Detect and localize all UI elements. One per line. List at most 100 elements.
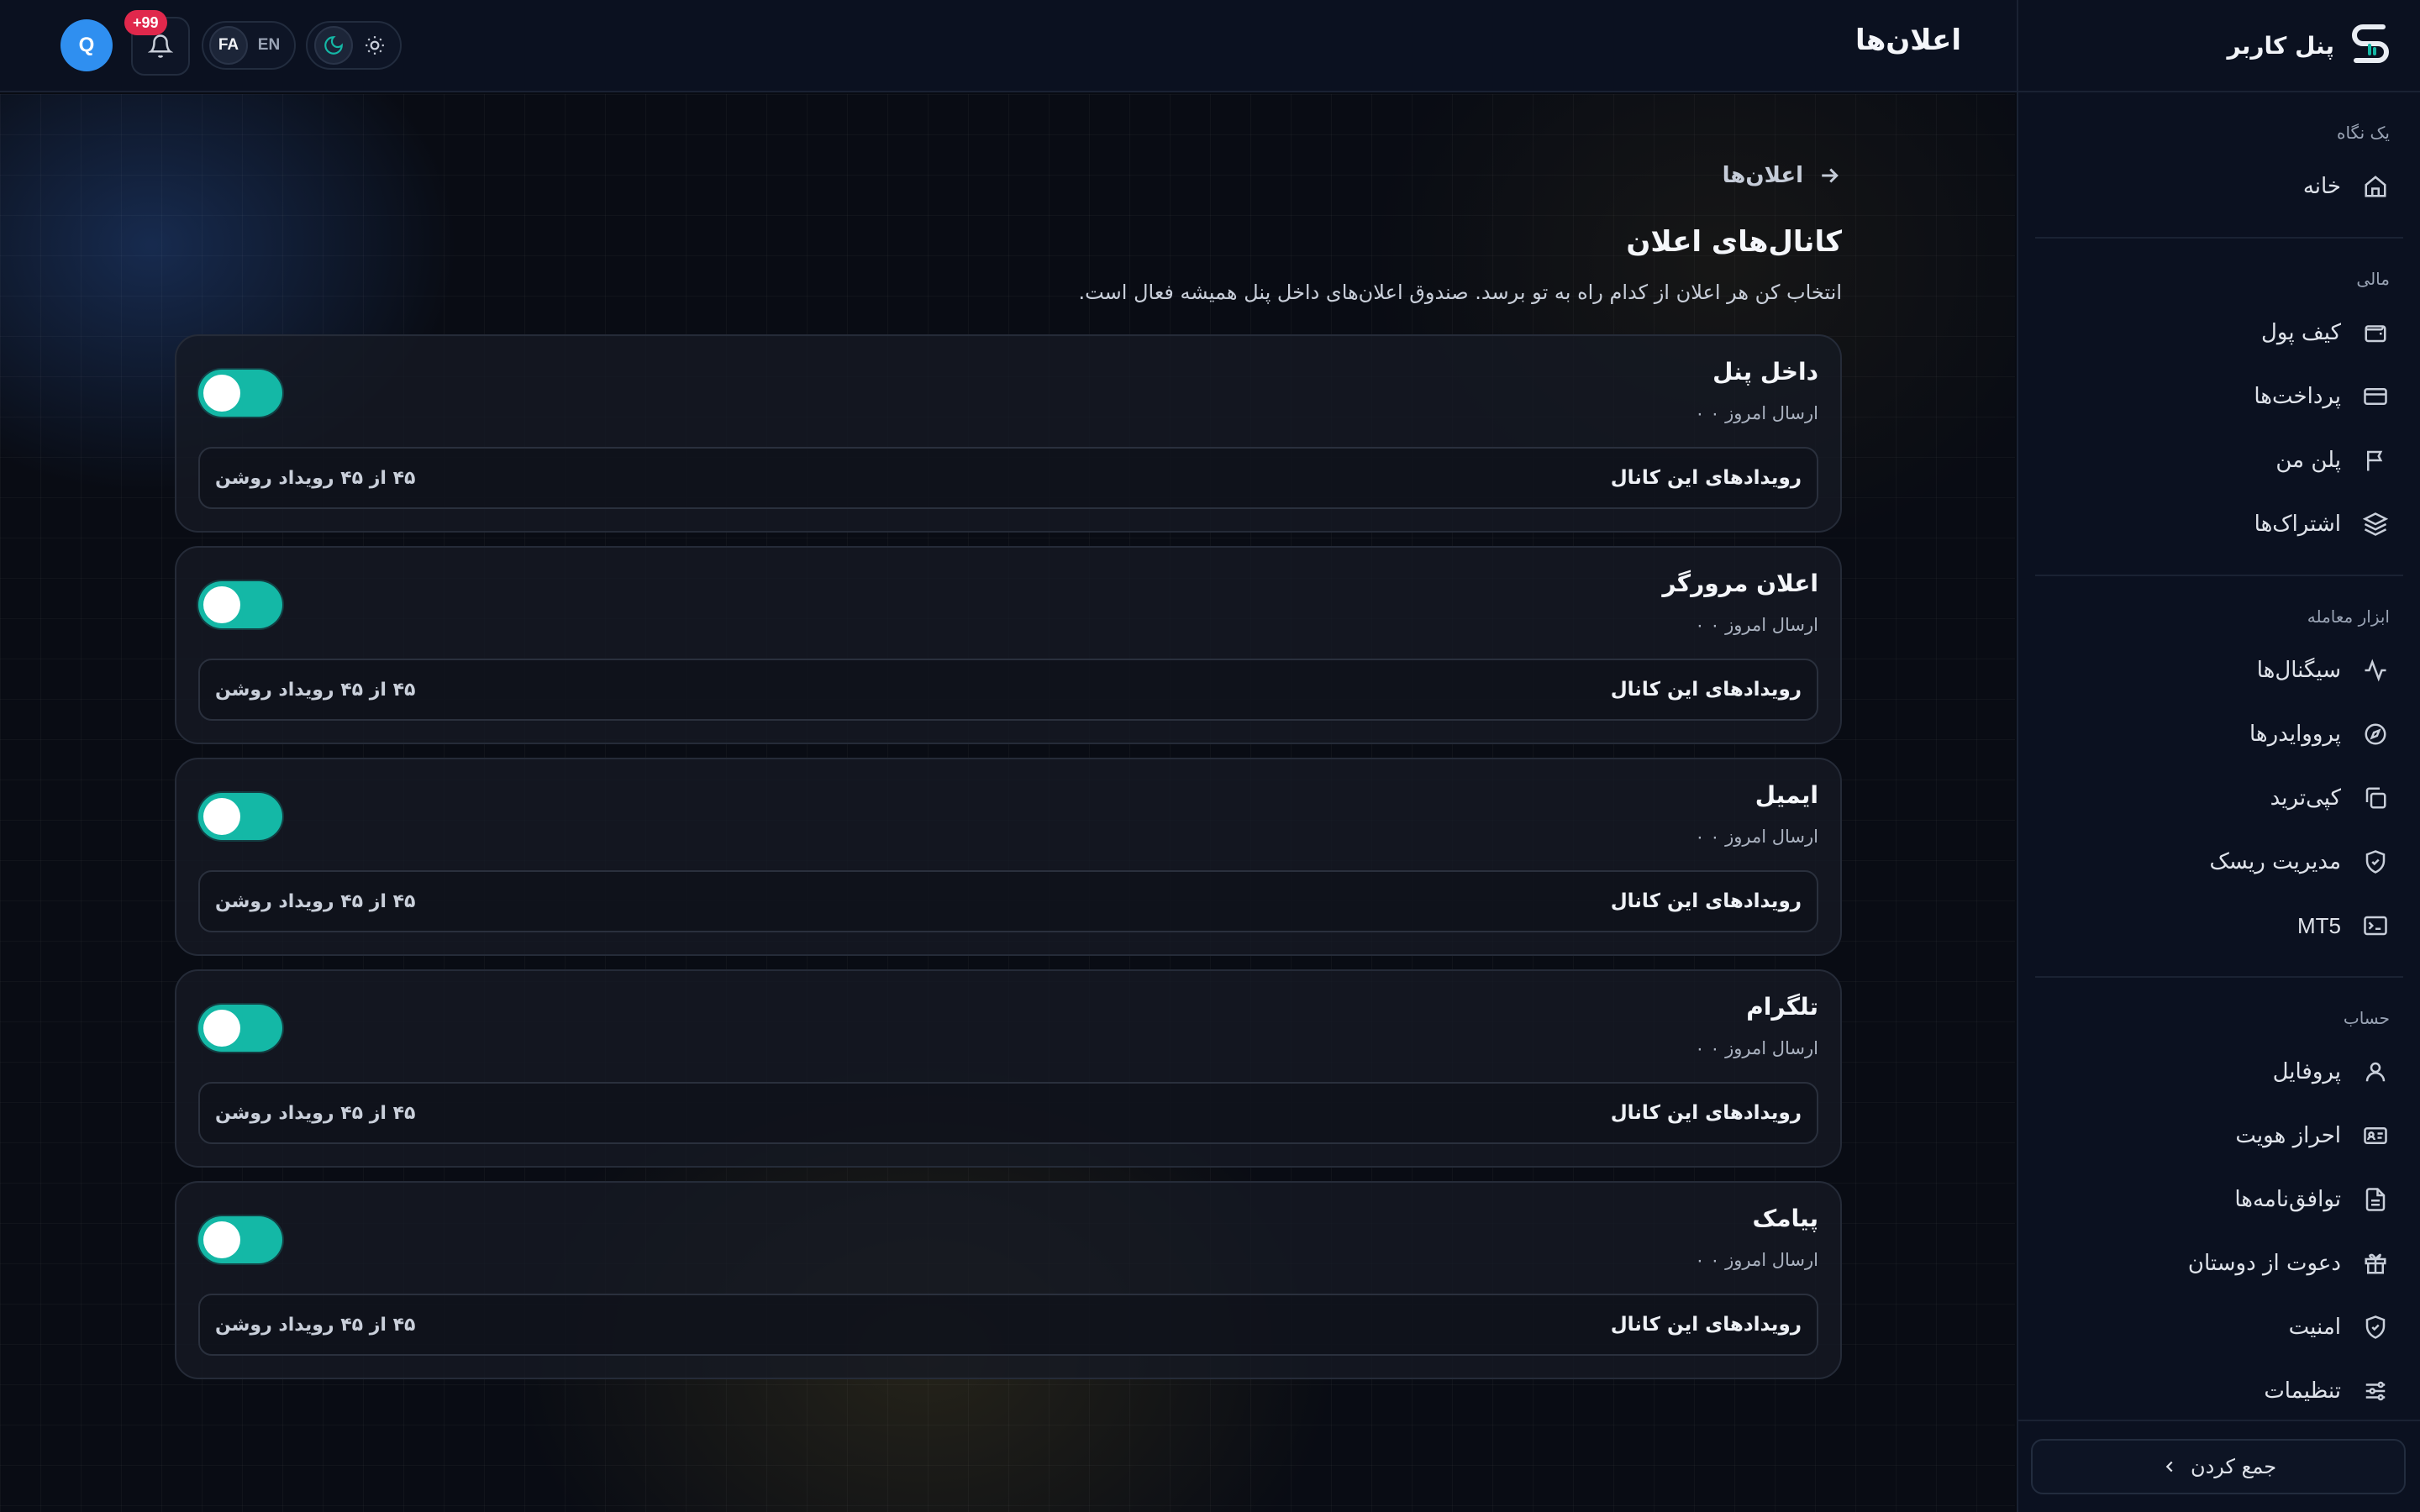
sidebar-item-payments[interactable]: پرداخت‌ها [2049, 365, 2390, 428]
main-content: اعلان‌ها کانال‌های اعلان انتخاب کن هر اع… [0, 94, 2015, 1512]
channel-name: تلگرام [1746, 993, 1818, 1021]
channel-list: داخل پنل ارسال امروز ۰ ۰ رویدادهای این ک… [175, 334, 1842, 1393]
sidebar-item-profile[interactable]: پروفایل [2049, 1040, 2390, 1104]
channel-sent-today: ارسال امروز ۰ ۰ [1695, 403, 1818, 423]
sidebar-header: پنل کاربر [2018, 0, 2420, 92]
sidebar-group-label: حساب [2343, 1008, 2390, 1028]
app-logo-icon [2352, 24, 2389, 63]
channel-card-telegram: تلگرام ارسال امروز ۰ ۰ رویدادهای این کان… [175, 969, 1842, 1168]
page-title: اعلان‌ها [1854, 24, 1961, 57]
sidebar-item-subscriptions[interactable]: اشتراک‌ها [2049, 492, 2390, 556]
sidebar-group-finance: مالی کیف پول پرداخت‌ها پلن من اشتراک‌ها [2018, 239, 2420, 556]
channel-sent-today: ارسال امروز ۰ ۰ [1695, 1250, 1818, 1270]
chevron-left-icon [2165, 1461, 2173, 1473]
channel-toggle[interactable] [198, 370, 282, 417]
id-card-icon [2361, 1121, 2390, 1150]
channel-name: پیامک [1752, 1205, 1818, 1232]
sidebar-item-label: پرداخت‌ها [2254, 384, 2341, 409]
sidebar-item-label: امنیت [2288, 1315, 2341, 1340]
events-label: رویدادهای این کانال [1610, 1314, 1802, 1336]
sidebar-item-label: توافق‌نامه‌ها [2234, 1187, 2341, 1212]
events-count: ۴۵ از ۴۵ رویداد روشن [215, 679, 416, 701]
dark-theme-option[interactable] [313, 26, 353, 65]
sidebar-item-label: پرووایدرها [2249, 722, 2341, 747]
sidebar-group-trading-tools: ابزار معامله سیگنال‌ها پرووایدرها کپی‌تر… [2018, 576, 2420, 958]
home-icon [2361, 172, 2390, 201]
sidebar-item-home[interactable]: خانه [2049, 155, 2390, 218]
collapse-label: جمع کردن [2190, 1455, 2277, 1478]
layers-icon [2361, 510, 2390, 538]
gift-icon [2361, 1249, 2390, 1278]
channel-events-row[interactable]: رویدادهای این کانال ۴۵ از ۴۵ رویداد روشن [198, 1082, 1818, 1144]
channel-toggle[interactable] [198, 1216, 282, 1263]
sidebar-item-label: MT5 [2297, 912, 2341, 938]
wallet-icon [2361, 318, 2390, 347]
events-count: ۴۵ از ۴۵ رویداد روشن [215, 467, 416, 489]
credit-card-icon [2361, 382, 2390, 411]
sidebar-footer: جمع کردن [2017, 1420, 2420, 1512]
toggle-knob [203, 375, 240, 412]
sidebar-item-label: خانه [2302, 174, 2341, 199]
sidebar-item-label: کپی‌ترید [2270, 785, 2341, 811]
events-count: ۴۵ از ۴۵ رویداد روشن [215, 1314, 416, 1336]
channel-name: اعلان مرورگر [1662, 570, 1818, 597]
sidebar-group-label: یک نگاه [2336, 123, 2390, 143]
sidebar-item-settings[interactable]: تنظیمات [2049, 1359, 2390, 1423]
channel-toggle[interactable] [198, 581, 282, 628]
sidebar-item-mt5[interactable]: MT5 [2049, 894, 2390, 958]
events-label: رویدادهای این کانال [1610, 1102, 1802, 1124]
toggle-knob [203, 1221, 240, 1258]
events-label: رویدادهای این کانال [1610, 890, 1802, 912]
arrow-right-icon [1822, 168, 1839, 183]
sidebar-item-risk-management[interactable]: مدیریت ریسک [2049, 830, 2390, 894]
sidebar-item-kyc[interactable]: احراز هویت [2049, 1104, 2390, 1168]
channel-events-row[interactable]: رویدادهای این کانال ۴۵ از ۴۵ رویداد روشن [198, 447, 1818, 509]
light-theme-option[interactable] [355, 26, 394, 65]
user-icon [2361, 1058, 2390, 1086]
channel-events-row[interactable]: رویدادهای این کانال ۴۵ از ۴۵ رویداد روشن [198, 870, 1818, 932]
theme-switcher [306, 21, 402, 70]
avatar[interactable]: Q [60, 19, 113, 71]
sidebar-item-label: اشتراک‌ها [2254, 512, 2341, 537]
breadcrumb[interactable]: اعلان‌ها [1723, 163, 1842, 188]
sidebar-item-label: احراز هویت [2235, 1123, 2341, 1148]
sidebar-item-providers[interactable]: پرووایدرها [2049, 702, 2390, 766]
lang-fa-option[interactable]: FA [209, 26, 248, 65]
events-count: ۴۵ از ۴۵ رویداد روشن [215, 1102, 416, 1124]
sidebar-item-signals[interactable]: سیگنال‌ها [2049, 638, 2390, 702]
shield-check-icon [2361, 1313, 2390, 1341]
sidebar-item-agreements[interactable]: توافق‌نامه‌ها [2049, 1168, 2390, 1231]
toggle-knob [203, 1010, 240, 1047]
channel-toggle[interactable] [198, 793, 282, 840]
channel-events-row[interactable]: رویدادهای این کانال ۴۵ از ۴۵ رویداد روشن [198, 659, 1818, 721]
collapse-sidebar-button[interactable]: جمع کردن [2031, 1439, 2406, 1494]
lang-en-option[interactable]: EN [250, 26, 288, 65]
events-count: ۴۵ از ۴۵ رویداد روشن [215, 890, 416, 912]
events-label: رویدادهای این کانال [1610, 679, 1802, 701]
moon-icon [324, 36, 343, 55]
sidebar-item-label: پروفایل [2272, 1059, 2341, 1084]
top-bar: اعلان‌ها Q +99 FA EN [0, 0, 2017, 92]
sidebar-item-copytrade[interactable]: کپی‌ترید [2049, 766, 2390, 830]
toggle-knob [203, 586, 240, 623]
notification-count-badge: +99 [124, 10, 167, 35]
sidebar-item-label: مدیریت ریسک [2209, 849, 2341, 874]
sidebar-item-invite-friends[interactable]: دعوت از دوستان [2049, 1231, 2390, 1295]
sidebar-group-label: ابزار معامله [2307, 606, 2390, 627]
sidebar-item-my-plan[interactable]: پلن من [2049, 428, 2390, 492]
channel-card-sms: پیامک ارسال امروز ۰ ۰ رویدادهای این کانا… [175, 1181, 1842, 1379]
channel-name: داخل پنل [1712, 358, 1818, 386]
app-title: پنل کاربر [2227, 31, 2334, 60]
sidebar-item-security[interactable]: امنیت [2049, 1295, 2390, 1359]
sidebar-item-label: پلن من [2275, 448, 2341, 473]
channel-name: ایمیل [1754, 781, 1818, 809]
sidebar-item-wallet[interactable]: کیف پول [2049, 301, 2390, 365]
sidebar-group-account: حساب پروفایل احراز هویت توافق‌نامه‌ها دع… [2018, 978, 2420, 1423]
sidebar-item-label: کیف پول [2261, 320, 2341, 345]
channel-card-browser: اعلان مرورگر ارسال امروز ۰ ۰ رویدادهای ا… [175, 546, 1842, 744]
channel-toggle[interactable] [198, 1005, 282, 1052]
channel-events-row[interactable]: رویدادهای این کانال ۴۵ از ۴۵ رویداد روشن [198, 1294, 1818, 1356]
events-label: رویدادهای این کانال [1610, 467, 1802, 489]
bell-icon [148, 34, 173, 58]
sidebar-group-overview: یک نگاه خانه [2018, 92, 2420, 218]
